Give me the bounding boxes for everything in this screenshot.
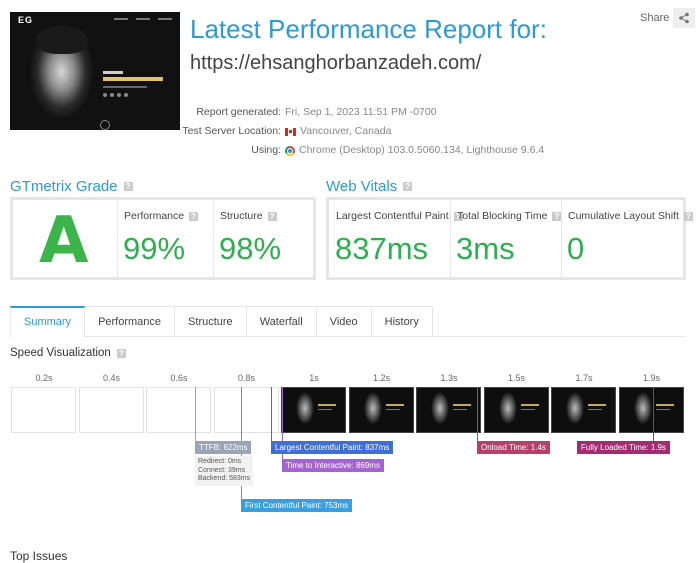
meta-value-using: Chrome (Desktop) 103.0.5060.134, Lightho…	[299, 144, 545, 156]
ttfb-breakdown-item: Redirect: 0ms	[198, 458, 242, 465]
filmstrip-frame	[348, 387, 414, 433]
top-issues-heading: Top Issues	[10, 549, 68, 563]
tab-video[interactable]: Video	[316, 306, 372, 337]
help-icon[interactable]: ?	[123, 182, 133, 191]
timeline-tick-label: 0.8s	[237, 373, 255, 383]
grade-letter: A	[39, 204, 89, 278]
report-tabs: Summary Performance Structure Waterfall …	[10, 306, 686, 337]
filmstrip-frame	[551, 387, 616, 433]
timeline-tick-label: 1.7s	[575, 373, 593, 383]
meta-label-using: Using:	[251, 144, 281, 156]
tbt-value: 3ms	[456, 231, 515, 266]
tab-history[interactable]: History	[371, 306, 433, 337]
performance-value: 99%	[123, 231, 186, 266]
filmstrip-frame	[483, 387, 549, 433]
timeline-tick-label: 0.6s	[170, 373, 188, 383]
thumbnail-nav	[114, 18, 180, 20]
help-icon[interactable]: ?	[403, 182, 413, 191]
timeline-tick-label: 1.5s	[507, 373, 525, 383]
vitals-heading-text: Web Vitals	[326, 178, 398, 195]
tbt-label: Total Blocking Time	[457, 210, 548, 222]
lcp-marker: Largest Contentful Paint: 837ms	[271, 441, 394, 454]
help-icon[interactable]: ?	[116, 348, 126, 358]
tab-waterfall[interactable]: Waterfall	[246, 306, 317, 337]
timeline-tick-label: 1.2s	[372, 373, 390, 383]
timeline-marker-line	[195, 387, 196, 441]
canada-flag-icon	[285, 127, 296, 136]
structure-cell: Structure? 98%	[213, 200, 313, 277]
help-icon[interactable]: ?	[267, 211, 277, 221]
tbt-cell: Total Blocking Time? 3ms	[450, 200, 562, 277]
chrome-icon	[285, 145, 295, 156]
timeline-marker-line	[477, 387, 478, 441]
timeline-marker-line	[271, 387, 272, 441]
filmstrip-frame	[78, 387, 144, 433]
share-icon	[679, 12, 690, 24]
timeline-tick-label: 1s	[309, 373, 319, 383]
fcp-marker: First Contentful Paint: 753ms	[241, 499, 353, 512]
filmstrip-frame	[213, 387, 279, 433]
report-url[interactable]: https://ehsanghorbanzadeh.com/	[190, 52, 481, 75]
performance-cell: Performance? 99%	[117, 200, 213, 277]
timeline-tick-label: 0.2s	[35, 373, 53, 383]
filmstrip-frame	[281, 387, 346, 433]
onload-marker: Onload Time: 1.4s	[477, 441, 550, 454]
share-control: Share	[640, 8, 696, 28]
grade-heading-text: GTmetrix Grade	[10, 178, 118, 195]
help-icon[interactable]: ?	[683, 211, 693, 221]
filmstrip-frame	[416, 387, 481, 433]
grade-letter-cell: A	[13, 200, 118, 278]
fully-loaded-marker: Fully Loaded Time: 1.9s	[577, 441, 670, 454]
lcp-value: 837ms	[335, 231, 429, 266]
tab-performance[interactable]: Performance	[85, 306, 176, 337]
cls-label: Cumulative Layout Shift	[568, 210, 679, 222]
ttfb-marker: TTFB: 622ms	[195, 441, 252, 454]
help-icon[interactable]: ?	[189, 211, 199, 221]
performance-label: Performance	[124, 210, 185, 222]
share-button[interactable]	[673, 8, 696, 28]
share-label: Share	[640, 12, 670, 24]
filmstrip-frame	[146, 387, 211, 433]
lcp-cell: Largest Contentful Paint? 837ms	[329, 200, 463, 277]
cls-cell: Cumulative Layout Shift? 0	[561, 200, 693, 277]
vitals-panel: Largest Contentful Paint? 837ms Total Bl…	[326, 197, 693, 280]
meta-value-location: Vancouver, Canada	[300, 125, 392, 137]
timeline-tick-label: 0.4s	[102, 373, 120, 383]
grade-panel: A Performance? 99% Structure? 98%	[10, 197, 316, 280]
cls-value: 0	[567, 231, 585, 266]
structure-label: Structure	[220, 210, 263, 222]
speed-visualization-heading-text: Speed Visualization	[10, 347, 111, 359]
meta-label-generated: Report generated:	[196, 106, 281, 118]
tab-summary[interactable]: Summary	[10, 306, 86, 337]
speed-visualization-heading: Speed Visualization ?	[10, 347, 126, 359]
timeline-tick-label: 1.3s	[440, 373, 458, 383]
report-meta-labels: Report generated: Test Server Location: …	[150, 103, 281, 160]
tti-marker: Time to Interactive: 869ms	[282, 459, 384, 472]
ttfb-breakdown-item: Backend: 583ms	[198, 475, 251, 482]
report-title: Latest Performance Report for:	[190, 14, 547, 44]
meta-value-generated: Fri, Sep 1, 2023 11:51 PM -0700	[285, 106, 437, 118]
meta-label-location: Test Server Location:	[182, 125, 281, 137]
timeline-marker-line	[653, 387, 654, 441]
ttfb-breakdown: Redirect: 0ms Connect: 39ms Backend: 583ms	[195, 456, 254, 486]
ttfb-breakdown-item: Connect: 39ms	[198, 466, 246, 474]
timeline-tick-label: 1.9s	[642, 373, 660, 383]
filmstrip-frame	[11, 387, 76, 433]
tab-structure[interactable]: Structure	[175, 306, 247, 337]
vitals-heading: Web Vitals ?	[326, 178, 413, 195]
grade-heading: GTmetrix Grade ?	[10, 178, 133, 195]
filmstrip-frame	[618, 387, 684, 433]
structure-value: 98%	[219, 231, 282, 266]
lcp-label: Largest Contentful Paint	[336, 210, 449, 222]
report-meta-values: Fri, Sep 1, 2023 11:51 PM -0700 Vancouve…	[285, 103, 544, 160]
